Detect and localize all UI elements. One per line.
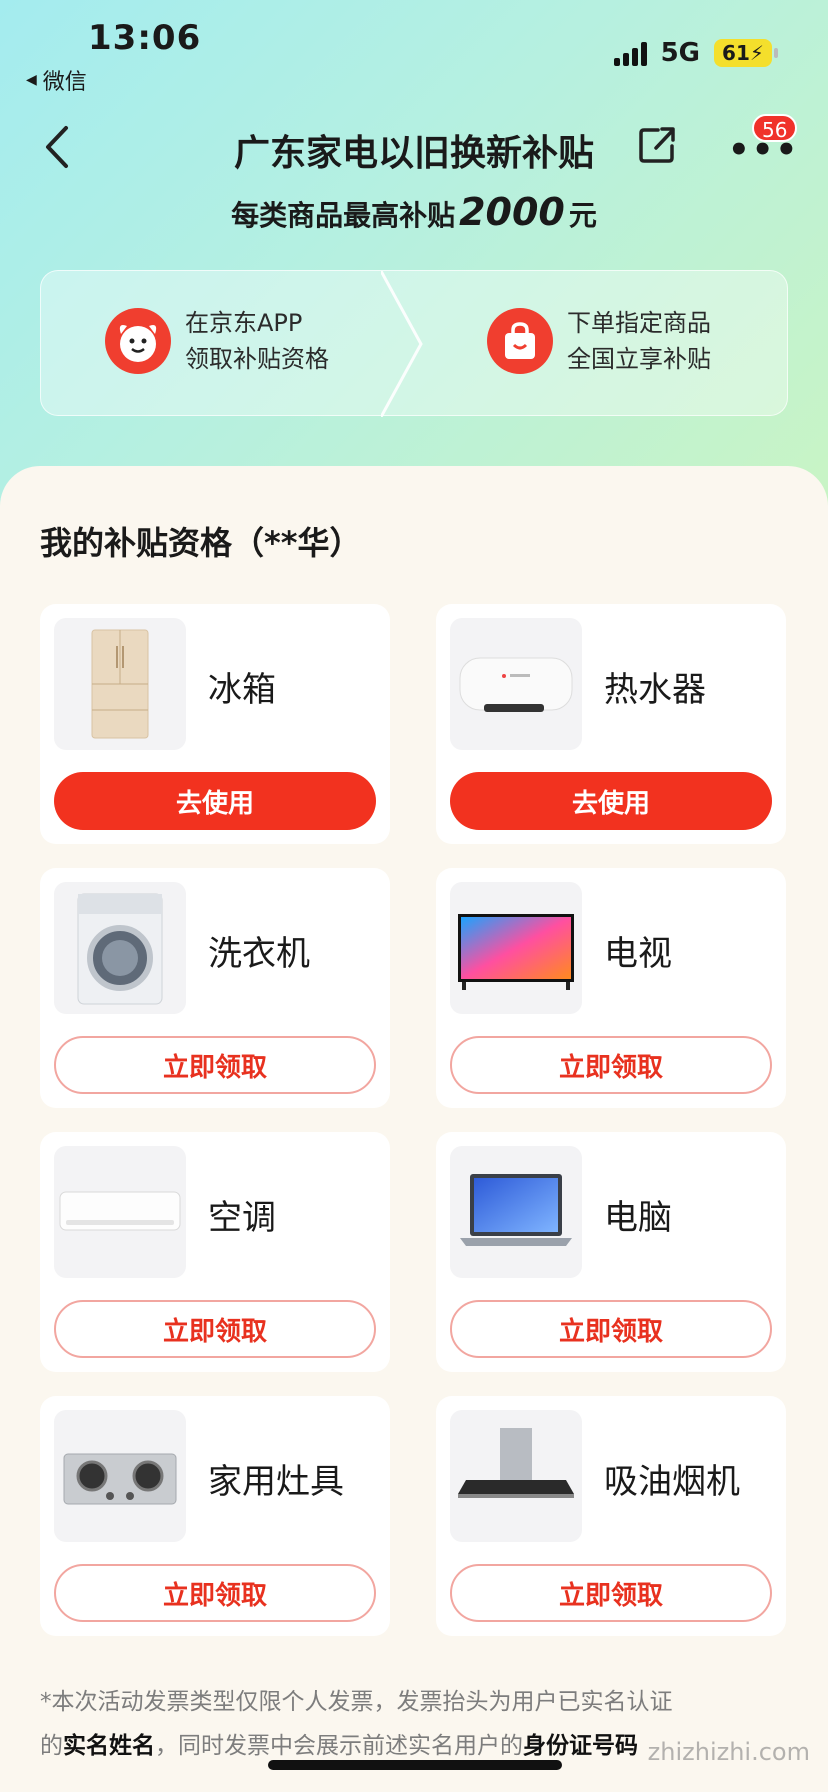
product-card-fridge: 冰箱 去使用 bbox=[40, 604, 390, 844]
note-emphasis-id: 身份证号码 bbox=[523, 1733, 638, 1759]
note-emphasis-name: 实名姓名 bbox=[63, 1733, 155, 1759]
status-time: 13:06 bbox=[88, 18, 202, 58]
use-button[interactable]: 去使用 bbox=[450, 772, 772, 830]
product-card-washing-machine: 洗衣机 立即领取 bbox=[40, 868, 390, 1108]
product-name: 吸油烟机 bbox=[604, 1462, 740, 1502]
step-claim: 在京东APP 领取补贴资格 bbox=[105, 305, 329, 377]
claim-button[interactable]: 立即领取 bbox=[450, 1564, 772, 1622]
note-text: 的 bbox=[40, 1733, 63, 1759]
header-gradient bbox=[0, 0, 828, 520]
claim-button[interactable]: 立即领取 bbox=[450, 1036, 772, 1094]
product-card-range-hood: 吸油烟机 立即领取 bbox=[436, 1396, 786, 1636]
tv-icon bbox=[450, 882, 582, 1014]
water-heater-icon bbox=[450, 618, 582, 750]
back-triangle-icon: ◀ bbox=[26, 72, 37, 88]
note-text: ，同时发票中会展示前述实名用户的 bbox=[155, 1733, 523, 1759]
subsidy-amount: 2000 bbox=[459, 190, 565, 234]
note-line1: *本次活动发票类型仅限个人发票，发票抬头为用户已实名认证 bbox=[40, 1689, 673, 1715]
subsidy-subtitle: 每类商品最高补贴 2000 元 bbox=[0, 190, 828, 234]
battery-icon: 61 ⚡ bbox=[714, 39, 778, 67]
step1-line1: 在京东APP bbox=[185, 309, 303, 337]
watermark: zhizhizhi.com bbox=[647, 1738, 810, 1766]
step2-line1: 下单指定商品 bbox=[567, 309, 711, 337]
shopping-bag-icon bbox=[487, 308, 553, 374]
range-hood-icon bbox=[450, 1410, 582, 1542]
product-name: 电脑 bbox=[604, 1198, 672, 1238]
section-title: 我的补贴资格（**华） bbox=[40, 524, 362, 562]
notification-badge: 56 bbox=[752, 114, 798, 142]
step-chevron-divider bbox=[381, 271, 423, 417]
back-app-label: 微信 bbox=[42, 70, 87, 95]
network-type: 5G bbox=[660, 38, 700, 68]
laptop-icon bbox=[450, 1146, 582, 1278]
claim-button[interactable]: 立即领取 bbox=[54, 1300, 376, 1358]
step-order: 下单指定商品 全国立享补贴 bbox=[487, 305, 711, 377]
product-card-laptop: 电脑 立即领取 bbox=[436, 1132, 786, 1372]
step2-line2: 全国立享补贴 bbox=[567, 345, 711, 373]
product-name: 空调 bbox=[208, 1198, 276, 1238]
subtitle-prefix: 每类商品最高补贴 bbox=[231, 199, 456, 232]
product-name: 热水器 bbox=[604, 670, 706, 710]
washing-machine-icon bbox=[54, 882, 186, 1014]
claim-button[interactable]: 立即领取 bbox=[54, 1036, 376, 1094]
battery-level: 61 bbox=[722, 41, 750, 65]
product-name: 冰箱 bbox=[208, 670, 276, 710]
home-indicator[interactable] bbox=[268, 1760, 562, 1770]
gas-stove-icon bbox=[54, 1410, 186, 1542]
product-name: 洗衣机 bbox=[208, 934, 310, 974]
jd-dog-icon bbox=[105, 308, 171, 374]
page-title: 广东家电以旧换新补贴 bbox=[233, 133, 594, 174]
product-card-air-conditioner: 空调 立即领取 bbox=[40, 1132, 390, 1372]
signal-icon bbox=[613, 40, 647, 66]
claim-button[interactable]: 立即领取 bbox=[54, 1564, 376, 1622]
claim-button[interactable]: 立即领取 bbox=[450, 1300, 772, 1358]
step1-line2: 领取补贴资格 bbox=[185, 345, 329, 373]
subtitle-suffix: 元 bbox=[568, 199, 597, 232]
product-name: 电视 bbox=[604, 934, 672, 974]
product-card-gas-stove: 家用灶具 立即领取 bbox=[40, 1396, 390, 1636]
use-button[interactable]: 去使用 bbox=[54, 772, 376, 830]
steps-card: 在京东APP 领取补贴资格 下单指定商品 全国立享补贴 bbox=[40, 270, 788, 417]
product-card-tv: 电视 立即领取 bbox=[436, 868, 786, 1108]
fridge-icon bbox=[54, 618, 186, 750]
air-conditioner-icon bbox=[54, 1146, 186, 1278]
share-icon[interactable] bbox=[636, 124, 678, 166]
back-to-app[interactable]: ◀ 微信 bbox=[26, 64, 87, 96]
product-name: 家用灶具 bbox=[208, 1462, 344, 1502]
product-card-water-heater: 热水器 去使用 bbox=[436, 604, 786, 844]
status-indicators: 5G 61 ⚡ bbox=[613, 38, 778, 68]
